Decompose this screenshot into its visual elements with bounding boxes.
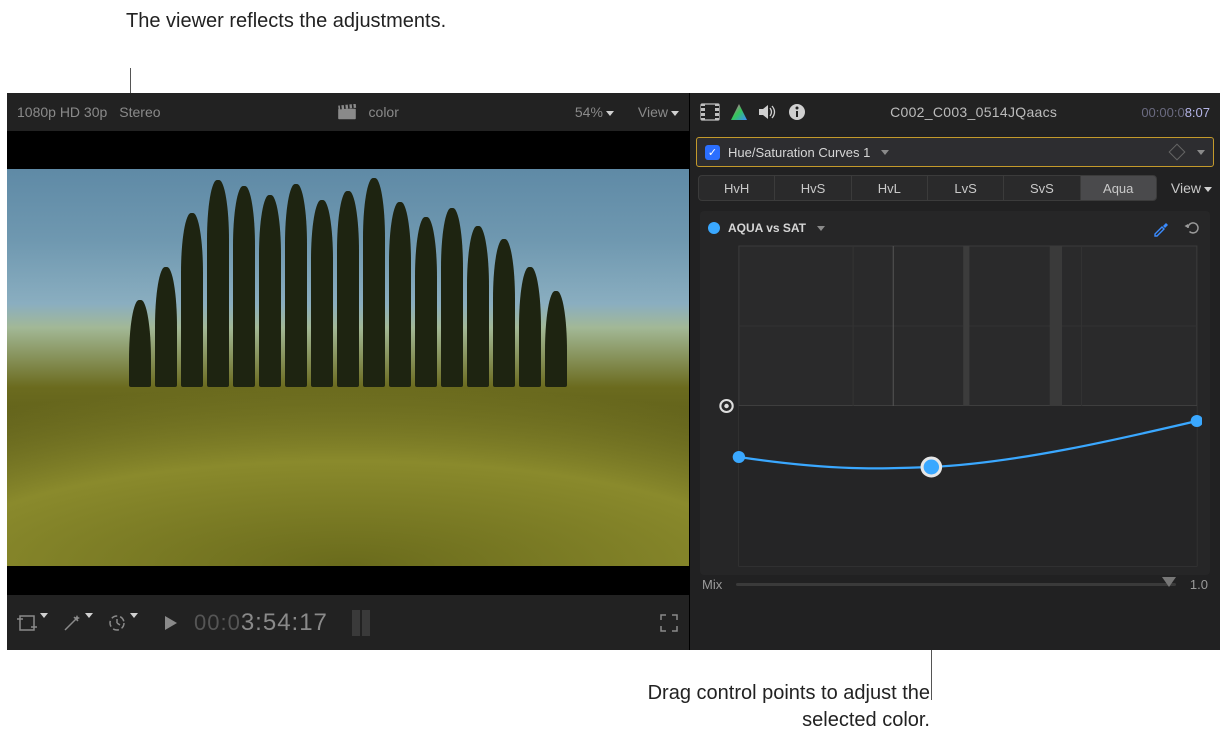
info-icon[interactable] bbox=[788, 103, 806, 121]
eyedropper-icon[interactable] bbox=[1152, 219, 1170, 237]
inspector-header: C002_C003_0514JQaacs 00:00:08:07 bbox=[690, 93, 1220, 131]
tab-hvh[interactable]: HvH bbox=[698, 175, 775, 201]
view-menu-inspector[interactable]: View bbox=[1171, 180, 1212, 196]
annotation-curve: Drag control points to adjust the select… bbox=[630, 680, 930, 734]
viewer-header: 1080p HD 30p Stereo color 54% View bbox=[7, 93, 689, 131]
annotation-viewer: The viewer reflects the adjustments. bbox=[126, 8, 446, 35]
play-button[interactable] bbox=[164, 615, 178, 631]
viewer-canvas[interactable] bbox=[7, 131, 689, 594]
mix-row: Mix 1.0 bbox=[690, 575, 1220, 602]
audio-label: Stereo bbox=[119, 104, 160, 120]
tab-svs[interactable]: SvS bbox=[1003, 175, 1080, 201]
clip-name: C002_C003_0514JQaacs bbox=[816, 104, 1131, 120]
curve-title: AQUA vs SAT bbox=[728, 221, 806, 235]
project-title: color bbox=[369, 104, 399, 120]
curve-editor[interactable] bbox=[708, 241, 1202, 571]
clip-timecode: 00:00:08:07 bbox=[1141, 105, 1210, 120]
effect-name: Hue/Saturation Curves 1 bbox=[728, 145, 870, 160]
color-icon[interactable] bbox=[730, 103, 748, 121]
effect-options-menu[interactable] bbox=[1197, 150, 1205, 155]
format-label: 1080p HD 30p bbox=[17, 104, 107, 120]
preview-image bbox=[7, 169, 689, 566]
keyframe-icon[interactable] bbox=[1169, 144, 1186, 161]
curve-header: AQUA vs SAT bbox=[708, 219, 1202, 237]
film-icon[interactable] bbox=[700, 103, 720, 121]
reset-icon[interactable] bbox=[1184, 219, 1202, 237]
clapper-icon bbox=[337, 104, 357, 120]
effect-bar[interactable]: ✓ Hue/Saturation Curves 1 bbox=[696, 137, 1214, 167]
curve-tabs: HvH HvS HvL LvS SvS Aqua View bbox=[698, 175, 1212, 201]
enhance-tool[interactable] bbox=[62, 613, 93, 633]
audio-meters bbox=[352, 610, 370, 636]
mix-value[interactable]: 1.0 bbox=[1190, 577, 1208, 592]
curve-color-dot bbox=[708, 222, 720, 234]
viewer-toolbar: 00:03:54:17 bbox=[7, 594, 689, 650]
zoom-menu[interactable]: 54% bbox=[575, 104, 614, 120]
view-menu-viewer[interactable]: View bbox=[638, 104, 679, 120]
volume-icon[interactable] bbox=[758, 103, 778, 121]
effect-enable-checkbox[interactable]: ✓ bbox=[705, 145, 720, 160]
app-window: 1080p HD 30p Stereo color 54% View bbox=[7, 93, 1220, 650]
tab-hvl[interactable]: HvL bbox=[851, 175, 928, 201]
effect-preset-menu[interactable] bbox=[881, 150, 889, 155]
crop-tool[interactable] bbox=[17, 613, 48, 633]
fullscreen-button[interactable] bbox=[659, 613, 679, 633]
curve-panel: AQUA vs SAT bbox=[700, 211, 1210, 575]
mix-label: Mix bbox=[702, 577, 722, 592]
curve-title-menu[interactable] bbox=[817, 226, 825, 231]
inspector-panel: C002_C003_0514JQaacs 00:00:08:07 ✓ Hue/S… bbox=[690, 93, 1220, 650]
timecode-display[interactable]: 00:03:54:17 bbox=[194, 609, 328, 637]
tab-lvs[interactable]: LvS bbox=[927, 175, 1004, 201]
tab-aqua[interactable]: Aqua bbox=[1080, 175, 1157, 201]
tab-hvs[interactable]: HvS bbox=[774, 175, 851, 201]
viewer-panel: 1080p HD 30p Stereo color 54% View bbox=[7, 93, 690, 650]
mix-slider[interactable] bbox=[736, 583, 1176, 586]
retime-tool[interactable] bbox=[107, 613, 138, 633]
